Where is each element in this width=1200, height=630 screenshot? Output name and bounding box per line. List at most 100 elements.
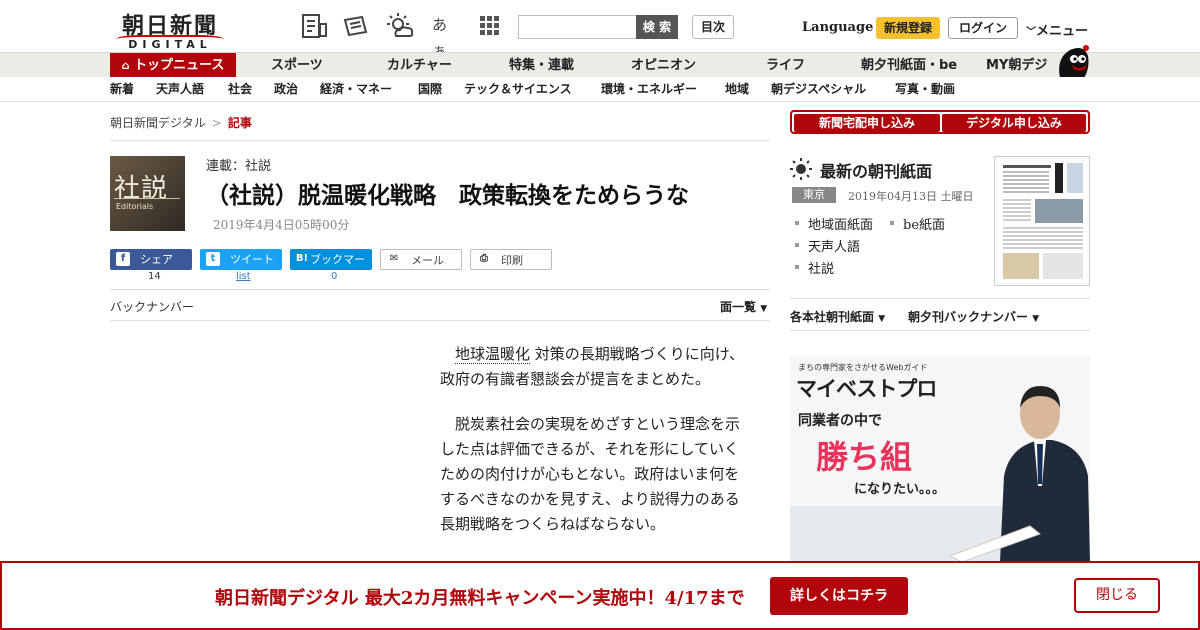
article-series[interactable]: 連載：社説 (206, 155, 271, 174)
share-label: シェア (140, 253, 173, 266)
tweet-list-link[interactable]: list (236, 271, 251, 282)
paper-link-tenseijingo[interactable]: 天声人語 (794, 236, 860, 255)
nav-paper[interactable]: 朝夕刊紙面・be (861, 53, 957, 78)
facebook-icon: f (116, 252, 130, 266)
print-button[interactable]: ⎙ 印刷 (470, 249, 552, 270)
dropdown-label: 各本社朝刊紙面 (790, 310, 875, 324)
twitter-icon: t (206, 252, 220, 266)
nav2-photo[interactable]: 写真・動画 (895, 77, 955, 102)
campaign-details-button[interactable]: 詳しくはコチラ (770, 577, 908, 615)
nav2-international[interactable]: 国際 (418, 77, 442, 102)
article-date: 2019年4月4日05時00分 (213, 218, 350, 232)
logo-sub-text: DIGITAL (128, 38, 212, 51)
thumbnail-rule (114, 198, 180, 199)
breadcrumb-current: 記事 (227, 116, 252, 130)
font-size-icon[interactable]: あぁ (432, 12, 460, 60)
breadcrumb-separator: > (211, 116, 222, 130)
divider (790, 330, 1090, 331)
notes-icon[interactable] (300, 12, 328, 40)
chevron-down-icon: ﹀ (1026, 27, 1036, 38)
nav2-region[interactable]: 地域 (725, 77, 749, 102)
search-button[interactable]: 検 索 (636, 15, 678, 39)
language-link[interactable]: Language (802, 20, 873, 35)
nav2-tech[interactable]: テック＆サイエンス (464, 77, 572, 102)
nav2-economy[interactable]: 経済・マネー (320, 77, 392, 102)
print-icon: ⎙ (477, 252, 491, 266)
newspaper-icon[interactable] (342, 12, 370, 40)
thumbnail-english: Editorials (116, 202, 154, 211)
register-button[interactable]: 新規登録 (876, 17, 940, 39)
nav-life[interactable]: ライフ (766, 53, 805, 78)
dropdown-label: 朝夕刊バックナンバー (908, 310, 1029, 324)
grid-icon[interactable] (476, 12, 504, 40)
article-paragraph: 脱炭素社会の実現をめざすという理念を示した点は評価できるが、それを形にしていくた… (440, 415, 741, 533)
caret-down-icon: ▼ (760, 304, 768, 314)
nav-culture[interactable]: カルチャー (387, 53, 452, 78)
region-badge: 東京 (792, 187, 836, 203)
nav2-politics[interactable]: 政治 (274, 77, 298, 102)
nav-top-news[interactable]: ⌂ トップニュース (110, 53, 236, 78)
nav2-tenseijingo[interactable]: 天声人語 (156, 77, 204, 102)
campaign-text: 朝日新聞デジタル 最大2カ月無料キャンペーン実施中！4/17まで (215, 588, 745, 609)
print-label: 印刷 (501, 254, 523, 267)
nav2-special[interactable]: 朝デジスペシャル (771, 77, 866, 102)
nav2-latest[interactable]: 新着 (110, 77, 134, 102)
divider (110, 320, 770, 321)
nav-my-asadigi[interactable]: MY朝デジ (986, 53, 1047, 78)
sun-icon (790, 158, 812, 180)
breadcrumb: 朝日新聞デジタル > 記事 (110, 114, 252, 131)
share-count: 14 (148, 271, 161, 282)
paper-link-regional[interactable]: 地域面紙面 (794, 214, 873, 233)
back-number-label: バックナンバー (110, 300, 195, 314)
site-logo[interactable]: 朝日新聞 DIGITAL (112, 8, 232, 51)
tweet-label: ツイート (230, 253, 274, 266)
advertisement[interactable]: まちの専門家をさがせるWebガイド マイベストプロ 同業者の中で 勝ち組 になり… (790, 356, 1090, 562)
divider (110, 140, 770, 141)
ad-line1: 同業者の中で (798, 413, 882, 429)
mail-label: メール (411, 254, 444, 267)
search-input[interactable] (518, 15, 638, 39)
weather-icon[interactable] (386, 12, 414, 40)
nav2-society[interactable]: 社会 (228, 77, 252, 102)
menu-button[interactable]: ﹀メニュー (1026, 20, 1088, 39)
ad-tagline: まちの専門家をさがせるWebガイド (798, 363, 928, 372)
nav-sports[interactable]: スポーツ (271, 53, 323, 78)
secondary-nav: 新着 天声人語 社会 政治 経済・マネー 国際 テック＆サイエンス 環境・エネル… (0, 77, 1200, 102)
mail-button[interactable]: ✉ メール (380, 249, 462, 270)
keyword-link[interactable]: 地球温暖化 (455, 345, 531, 364)
login-button[interactable]: ログイン (948, 17, 1018, 39)
newspaper-thumbnail[interactable] (994, 156, 1090, 286)
nav-label: トップニュース (134, 58, 225, 73)
page-list-dropdown[interactable]: 面一覧 ▼ (720, 298, 767, 315)
nav2-environment[interactable]: 環境・エネルギー (601, 77, 697, 102)
hatena-icon: B! (295, 253, 309, 264)
caret-down-icon: ▼ (878, 314, 886, 324)
ad-brand: マイベストプロ (796, 377, 937, 401)
primary-nav: ⌂ トップニュース スポーツ カルチャー 特集・連載 オピニオン ライフ 朝夕刊… (0, 52, 1200, 78)
site-header: 朝日新聞 DIGITAL あぁ 検 索 目次 Language 新規登録 ログイ… (0, 0, 1200, 60)
breadcrumb-home[interactable]: 朝日新聞デジタル (110, 116, 206, 130)
tweet-button[interactable]: t ツイート (200, 249, 282, 270)
home-delivery-button[interactable]: 新聞宅配申し込み (794, 114, 940, 132)
close-banner-button[interactable]: 閉じる (1074, 578, 1160, 613)
hatena-bookmark-button[interactable]: B! ブックマーク (290, 249, 372, 287)
nav-opinion[interactable]: オピニオン (631, 53, 696, 78)
paper-link-editorial[interactable]: 社説 (794, 258, 834, 277)
facebook-share-button[interactable]: f シェア (110, 249, 192, 270)
regional-papers-dropdown[interactable]: 各本社朝刊紙面 ▼ (790, 308, 885, 325)
caret-down-icon: ▼ (1032, 314, 1040, 324)
paper-date: 2019年04月13日 土曜日 (848, 190, 974, 203)
home-icon: ⌂ (121, 59, 130, 72)
article-paragraph: 地球温暖化 対策の長期戦略づくりに向け、政府の有識者懇談会が提言をまとめた。 (440, 342, 746, 392)
mail-icon: ✉ (387, 252, 401, 266)
latest-paper-title: 最新の朝刊紙面 (820, 162, 933, 181)
digital-subscribe-button[interactable]: デジタル申し込み (942, 114, 1086, 132)
article-body: 地球温暖化 対策の長期戦略づくりに向け、政府の有識者懇談会が提言をまとめた。 脱… (440, 342, 746, 557)
divider (790, 298, 1090, 299)
toc-button[interactable]: 目次 (692, 15, 734, 39)
paper-link-be[interactable]: be紙面 (889, 214, 945, 233)
newspaper-page-image (999, 161, 1087, 283)
bookmark-count: 0 (331, 271, 338, 282)
back-number-dropdown[interactable]: 朝夕刊バックナンバー ▼ (908, 308, 1039, 325)
nav-features[interactable]: 特集・連載 (509, 53, 574, 78)
